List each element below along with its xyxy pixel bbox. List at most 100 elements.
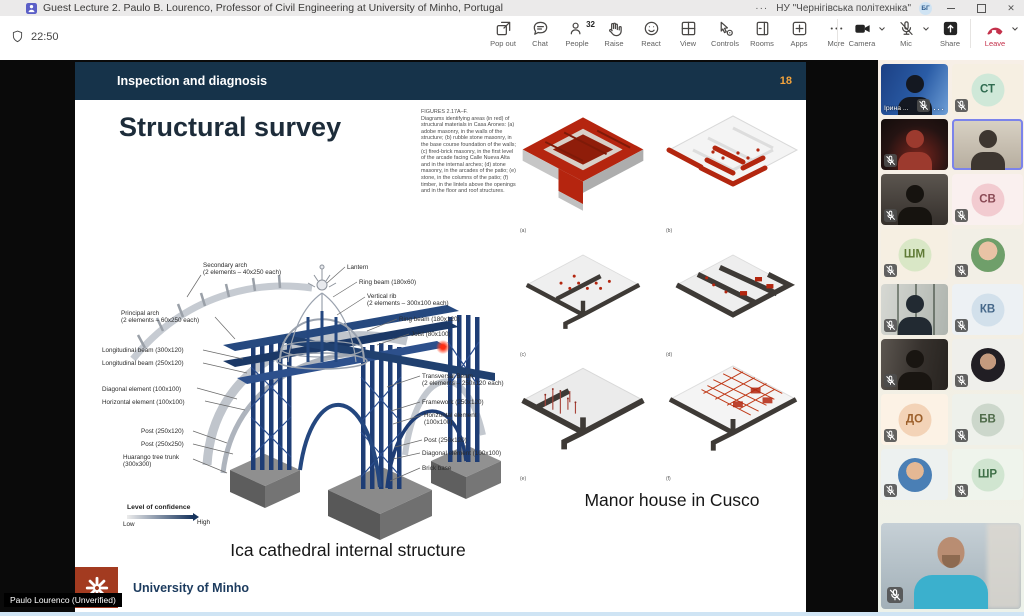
laser-pointer-dot [436,340,450,354]
manor-diagram-a: (a) [517,108,649,240]
participant-initials-tile[interactable]: ШР [952,449,1023,500]
mic-muted-icon [884,209,897,222]
participant-avatar-tile[interactable] [952,339,1023,390]
participant-body [914,575,988,609]
cathedral-label: Horizontal element (100x100) [102,399,185,406]
mic-button[interactable]: Mic [892,19,920,48]
participant-initials-tile[interactable]: ДО [881,394,948,445]
participant-video-tile-active[interactable] [952,119,1023,170]
org-badge[interactable]: БГ [919,2,932,15]
participant-avatar-tile[interactable] [881,449,948,500]
participant-video-tile[interactable] [881,339,948,390]
react-icon [642,19,661,38]
window-titlebar: Guest Lecture 2. Paulo B. Lourenco, Prof… [0,0,1024,17]
participant-initials-tile[interactable]: БВ [952,394,1023,445]
cathedral-label: Principal arch (2 elements – 60x250 each… [121,310,199,325]
figure-caption: FIGURES 2.17A–F. Diagrams identifying ar… [421,109,518,195]
cathedral-label: Transversal Beam (2 elements – 250x120 e… [422,373,504,388]
controls-button[interactable]: Controls [711,19,739,48]
participant-initials: ШМ [898,238,931,271]
leave-button[interactable]: Leave [981,19,1009,48]
apps-button[interactable]: Apps [785,19,813,48]
close-button[interactable]: ✕ [1000,0,1022,16]
titlebar-overflow-icon[interactable]: ··· [755,3,768,14]
mic-muted-icon [887,587,903,603]
react-button[interactable]: React [637,19,665,48]
people-button[interactable]: 32 People [563,19,591,48]
cathedral-label: Post (250x120) [141,428,184,435]
cathedral-label: Post (250x250) [141,441,184,448]
cathedral-label: Lantern [347,264,368,271]
participant-initials: ДО [898,403,931,436]
mic-muted-icon [955,209,968,222]
minimize-button[interactable] [940,0,962,16]
mic-muted-icon [955,319,968,332]
participant-initials: ШР [971,458,1004,491]
participant-video-tile[interactable] [881,284,948,335]
mic-muted-icon [884,264,897,277]
manor-diagram-f: (f) [663,358,803,488]
participant-initials-tile[interactable]: СВ [952,174,1023,225]
share-icon [941,19,960,38]
cathedral-label: Ring beam (180x120) [399,316,460,323]
manor-caption: Manor house in Cusco [537,490,806,511]
presenter-name-tag: Paulo Lourenco (Unverified) [4,593,122,607]
participant-initials-tile[interactable]: СТ [952,64,1023,115]
mic-muted-icon [955,429,968,442]
mic-chevron-icon[interactable] [922,25,930,33]
cathedral-label: Longitudinal beam (300x120) [102,347,184,354]
spotlight-video-tile[interactable] [881,523,1021,609]
tile-more-icon[interactable]: ··· [933,104,945,114]
cathedral-label: Diagonal element (100x100) [422,450,501,457]
avatar [898,458,932,492]
manor-diagram-b: (b) [663,108,803,240]
participant-video-tile[interactable]: Ірина ... ··· [881,64,948,115]
participant-video-tile[interactable] [881,119,948,170]
confidence-gradient-bar [127,515,193,519]
cathedral-label: Framework (250x120) [422,399,484,406]
maximize-button[interactable] [970,0,992,16]
cathedral-label: Horizontal element (100x100) [424,412,477,427]
mic-muted-icon [955,99,968,112]
taskbar-edge [0,612,1024,616]
popout-icon [494,19,513,38]
controls-icon [716,19,735,38]
camera-icon [853,19,872,38]
cathedral-label: Brick base [422,465,451,472]
shared-screen-stage: Inspection and diagnosis 18 Structural s… [0,60,878,612]
popout-button[interactable]: Pop out [489,19,517,48]
cathedral-label: Joist (80x100) [411,331,451,338]
participant-initials-tile[interactable]: ШМ [881,229,948,280]
mic-muted-icon [884,374,897,387]
cathedral-label: Vertical rib (2 elements – 300x100 each) [367,293,449,308]
meeting-timer: 22:50 [10,29,59,44]
chat-icon [531,19,550,38]
leave-chevron-icon[interactable] [1011,25,1019,33]
participant-grid: Ірина ... ··· СТ СВ [881,64,1023,500]
participant-beard [942,555,960,568]
share-button[interactable]: Share [936,19,964,48]
ica-caption: Ica cathedral internal structure [193,540,503,561]
participant-initials: СТ [971,73,1004,106]
rooms-icon [753,19,772,38]
raise-hand-button[interactable]: Raise [600,19,628,48]
chat-button[interactable]: Chat [526,19,554,48]
participant-initials: БВ [971,403,1004,436]
camera-button[interactable]: Camera [848,19,876,48]
teams-meeting-window: Guest Lecture 2. Paulo B. Lourenco, Prof… [0,0,1024,616]
rooms-button[interactable]: Rooms [748,19,776,48]
participant-initials: СВ [971,183,1004,216]
participant-video-tile[interactable] [881,174,948,225]
view-icon [679,19,698,38]
teams-icon [26,3,37,14]
presentation-slide: Inspection and diagnosis 18 Structural s… [75,62,806,612]
mic-muted-icon [917,99,930,112]
participant-initials-tile[interactable]: КВ [952,284,1023,335]
window-title: Guest Lecture 2. Paulo B. Lourenco, Prof… [43,2,503,14]
slide-header-title: Inspection and diagnosis [117,74,267,88]
view-button[interactable]: View [674,19,702,48]
people-icon [568,19,587,38]
camera-chevron-icon[interactable] [878,25,886,33]
video-background [987,523,1021,609]
participant-avatar-tile[interactable] [952,229,1023,280]
